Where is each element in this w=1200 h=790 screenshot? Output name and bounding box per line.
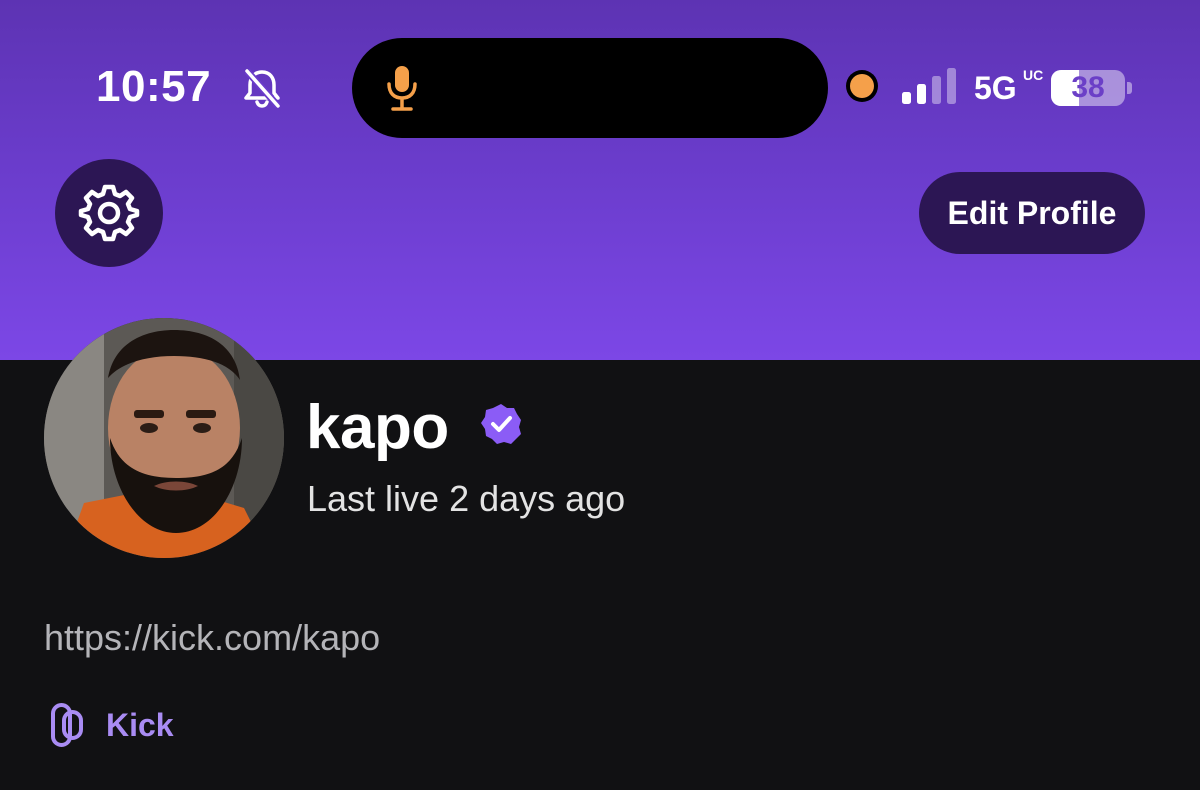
profile-header-banner: 10:57 5G UC 38 Edit Profile xyxy=(0,0,1200,360)
microphone-icon xyxy=(387,66,417,111)
gear-icon xyxy=(78,184,140,242)
edit-profile-button[interactable]: Edit Profile xyxy=(919,172,1145,254)
battery-icon: 38 xyxy=(1051,70,1125,106)
last-live-status: Last live 2 days ago xyxy=(307,478,626,519)
status-time: 10:57 xyxy=(96,62,212,111)
username: kapo xyxy=(306,393,449,462)
social-link-label: Kick xyxy=(106,706,174,743)
cellular-signal-icon xyxy=(902,68,956,104)
recording-dot-icon xyxy=(850,74,874,98)
network-type: 5G xyxy=(974,70,1017,106)
dynamic-island xyxy=(352,38,828,138)
social-link-kick[interactable]: Kick xyxy=(50,702,174,748)
battery-level: 38 xyxy=(1071,71,1105,104)
verified-badge-icon xyxy=(481,404,521,444)
settings-button[interactable] xyxy=(55,159,163,267)
network-superscript: UC xyxy=(1023,67,1044,83)
avatar-photo xyxy=(44,318,284,558)
profile-url: https://kick.com/kapo xyxy=(44,617,381,658)
avatar xyxy=(44,318,284,558)
link-icon xyxy=(51,703,83,747)
battery-nub xyxy=(1127,82,1132,94)
profile-screen: 10:57 5G UC 38 Edit Profile kapo Last li… xyxy=(0,0,1200,790)
bell-slash-icon xyxy=(244,68,281,109)
